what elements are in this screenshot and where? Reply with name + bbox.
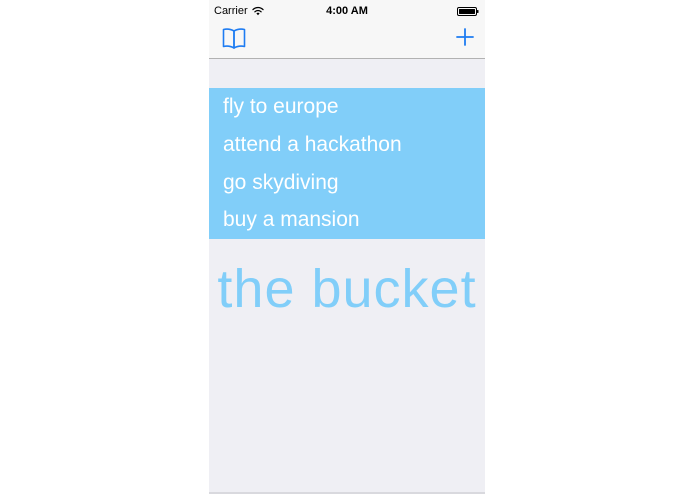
list-item[interactable]: go skydiving xyxy=(209,164,485,202)
bookmarks-button[interactable] xyxy=(221,26,247,50)
book-icon xyxy=(222,28,246,49)
phone-screen: Carrier 4:00 AM fly to europe attend a h… xyxy=(209,0,485,494)
bucket-list: fly to europe attend a hackathon go skyd… xyxy=(209,88,485,239)
status-bar: Carrier 4:00 AM xyxy=(209,0,485,22)
plus-icon xyxy=(456,28,474,46)
add-item-button[interactable] xyxy=(455,27,475,47)
battery-icon xyxy=(457,7,479,16)
app-title: the bucket xyxy=(217,259,477,319)
list-item[interactable]: fly to europe xyxy=(209,88,485,126)
list-item[interactable]: buy a mansion xyxy=(209,201,485,239)
navigation-bar xyxy=(209,22,485,59)
list-item[interactable]: attend a hackathon xyxy=(209,126,485,164)
status-time: 4:00 AM xyxy=(326,5,368,17)
